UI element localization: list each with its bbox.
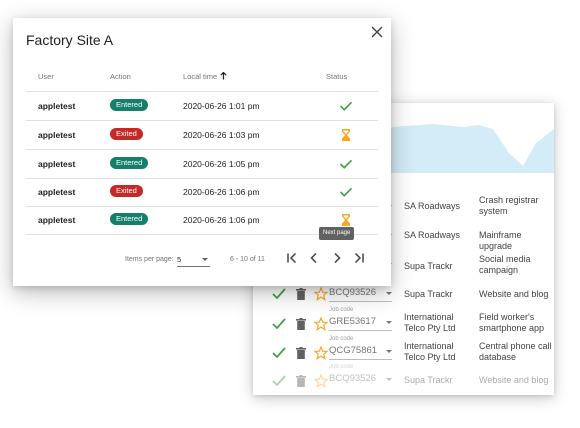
check-icon xyxy=(272,288,286,300)
check-icon xyxy=(272,375,286,387)
project-cell: Crash registrar system xyxy=(479,195,539,216)
items-per-page-value: 5 xyxy=(177,255,182,264)
user-cell: appletest xyxy=(38,101,76,111)
items-per-page-select[interactable]: 5 xyxy=(177,252,210,267)
check-icon xyxy=(339,187,353,197)
job-code-select[interactable]: QCG75861 xyxy=(329,345,377,356)
job-code-label: Job code xyxy=(329,364,354,370)
job-code-select[interactable]: BCQ93526 xyxy=(329,287,376,298)
table-row[interactable]: appletest Exited 2020-06-26 1:06 pm xyxy=(26,178,378,207)
time-cell: 2020-06-26 1:05 pm xyxy=(183,159,260,169)
company-cell: Supa Trackr xyxy=(404,375,453,385)
job-code-select[interactable]: GRE53617 xyxy=(329,316,376,327)
check-icon xyxy=(272,347,286,359)
first-page-button[interactable] xyxy=(285,251,299,265)
hourglass-icon xyxy=(342,129,350,141)
items-per-page-label: Items per page: xyxy=(125,256,174,263)
time-cell: 2020-06-26 1:01 pm xyxy=(183,101,260,111)
company-cell: SA Roadways xyxy=(404,230,461,240)
action-badge: Exited xyxy=(110,128,143,140)
column-header-status[interactable]: Status xyxy=(326,72,347,81)
last-page-button[interactable] xyxy=(352,251,366,265)
time-cell: 2020-06-26 1:06 pm xyxy=(183,215,260,225)
chevron-down-icon[interactable] xyxy=(386,350,392,353)
trash-icon[interactable] xyxy=(296,375,306,387)
job-code-label: Job code xyxy=(329,336,354,342)
column-header-action[interactable]: Action xyxy=(110,72,131,81)
user-cell: appletest xyxy=(38,187,76,197)
action-badge: Entered xyxy=(110,213,149,225)
star-icon[interactable] xyxy=(314,374,328,388)
chevron-down-icon[interactable] xyxy=(386,321,392,324)
time-cell: 2020-06-26 1:03 pm xyxy=(183,130,260,140)
close-icon[interactable] xyxy=(368,23,386,41)
action-badge: Entered xyxy=(110,157,149,169)
check-icon xyxy=(272,318,286,330)
project-cell: Social media campaign xyxy=(479,254,531,275)
column-header-user[interactable]: User xyxy=(38,72,54,81)
time-cell: 2020-06-26 1:06 pm xyxy=(183,187,260,197)
trash-icon[interactable] xyxy=(296,318,306,330)
dialog-title: Factory Site A xyxy=(26,32,114,48)
project-cell: Website and blog xyxy=(479,375,549,385)
chevron-down-icon xyxy=(202,258,208,261)
table-row[interactable]: appletest Entered 2020-06-26 1:05 pm xyxy=(26,150,378,179)
trash-icon[interactable] xyxy=(296,288,306,300)
column-header-label: Local time xyxy=(183,72,218,81)
hourglass-icon xyxy=(342,214,350,226)
job-code-label: Job code xyxy=(329,307,354,313)
project-cell: Field worker's smartphone app xyxy=(479,312,545,333)
user-cell: appletest xyxy=(38,159,76,169)
job-code-underline xyxy=(329,330,392,331)
chevron-down-icon[interactable] xyxy=(386,378,392,381)
next-page-button[interactable] xyxy=(330,251,344,265)
action-badge: Exited xyxy=(110,185,143,197)
table-row[interactable]: appletest Exited 2020-06-26 1:03 pm xyxy=(26,121,378,150)
job-code-underline xyxy=(329,359,392,360)
arrow-up-icon xyxy=(220,72,227,80)
trash-icon[interactable] xyxy=(296,347,306,359)
company-cell: Supa Trackr xyxy=(404,261,453,271)
user-cell: appletest xyxy=(38,130,76,140)
star-icon[interactable] xyxy=(314,346,328,360)
check-icon xyxy=(339,101,353,111)
company-cell: SA Roadways xyxy=(404,201,461,211)
job-code-select[interactable]: BCQ93526 xyxy=(329,373,376,384)
project-cell: Central phone call database xyxy=(479,341,552,362)
company-cell: International Telco Pty Ltd xyxy=(404,312,456,333)
project-cell: Website and blog xyxy=(479,289,549,299)
action-badge: Entered xyxy=(110,99,149,111)
next-page-tooltip: Next page xyxy=(319,227,355,240)
check-icon xyxy=(339,159,353,169)
company-cell: International Telco Pty Ltd xyxy=(404,341,456,362)
star-icon[interactable] xyxy=(314,287,328,301)
page-range-label: 6 - 10 of 11 xyxy=(230,256,265,263)
company-cell: Supa Trackr xyxy=(404,289,453,299)
site-activity-dialog: Factory Site A User Action Local time St… xyxy=(13,18,391,286)
job-code-underline xyxy=(329,301,392,302)
table-row: Job code BCQ93526 Supa Trackr Website an… xyxy=(253,361,554,395)
previous-page-button[interactable] xyxy=(307,251,321,265)
star-icon[interactable] xyxy=(314,317,328,331)
user-cell: appletest xyxy=(38,215,76,225)
table-row[interactable]: appletest Entered 2020-06-26 1:01 pm xyxy=(26,92,378,121)
chevron-down-icon[interactable] xyxy=(386,292,392,295)
column-header-local-time[interactable]: Local time xyxy=(183,72,227,81)
